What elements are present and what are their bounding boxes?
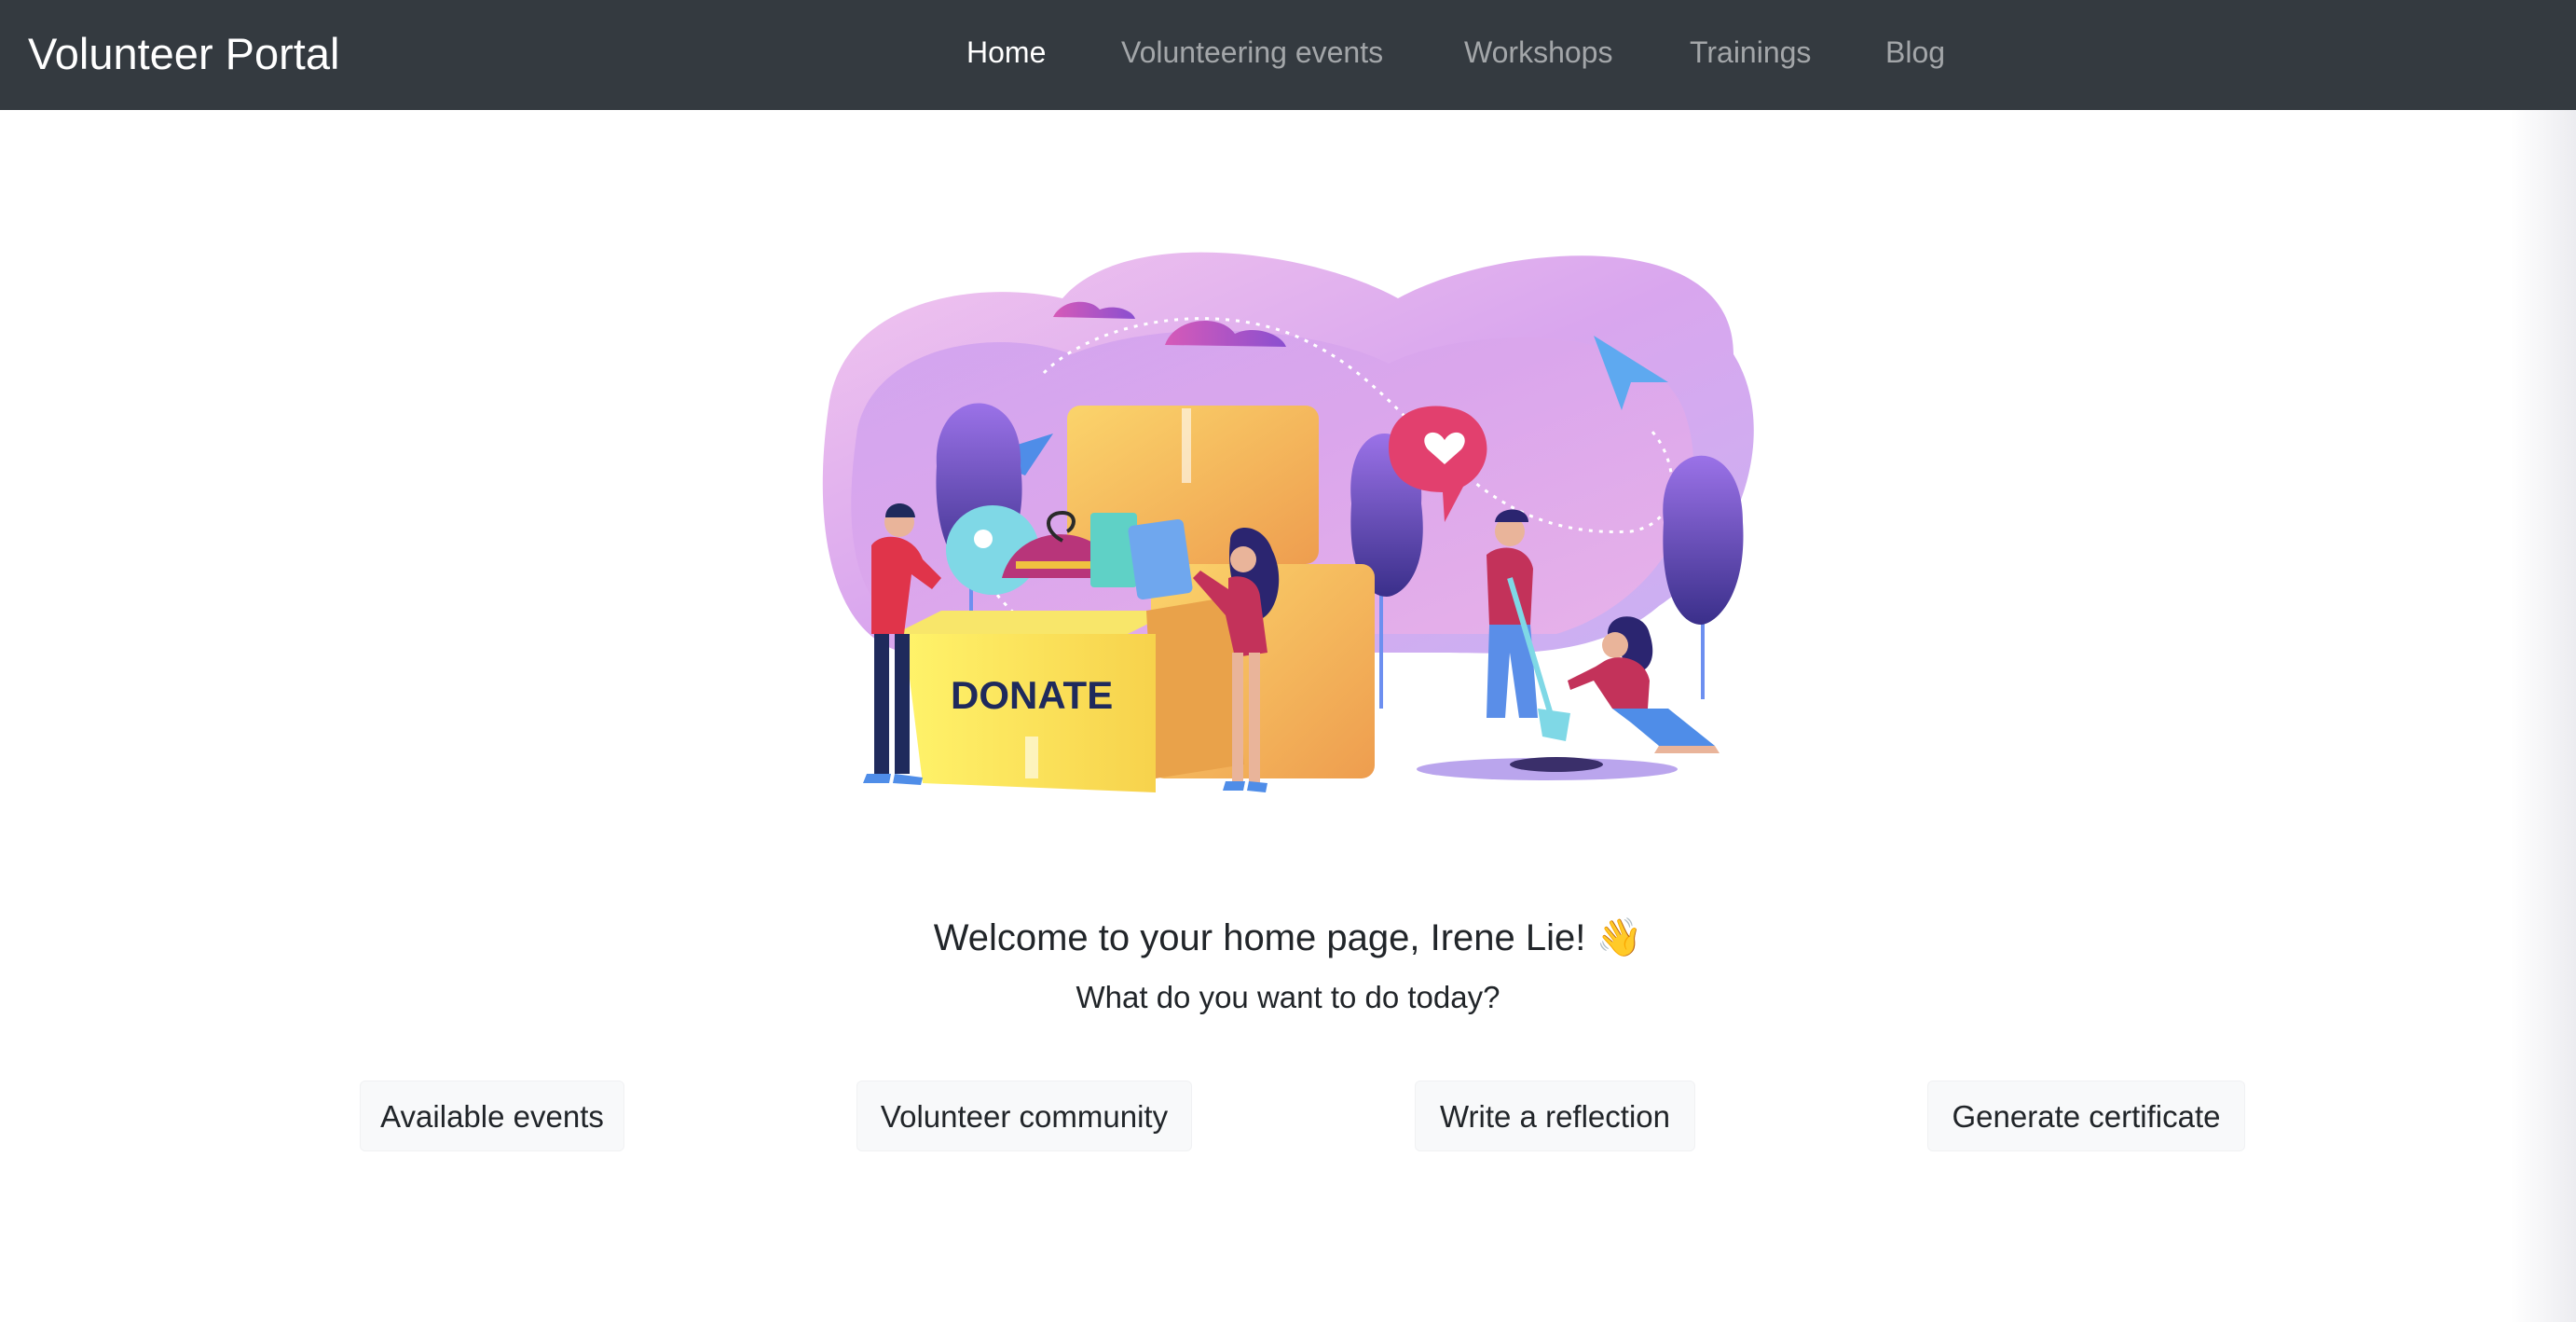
available-events-button[interactable]: Available events (360, 1081, 624, 1151)
waving-hand-icon: 👋 (1596, 917, 1643, 958)
nav-link-home[interactable]: Home (966, 32, 1046, 73)
tree-shape (1663, 455, 1744, 625)
nav-link-blog[interactable]: Blog (1885, 32, 1945, 73)
book-shape (1090, 513, 1137, 587)
generate-certificate-button[interactable]: Generate certificate (1927, 1081, 2245, 1151)
welcome-text: Welcome to your home page, Irene Lie! (933, 917, 1586, 958)
top-navbar: Volunteer Portal Home Volunteering event… (0, 0, 2576, 110)
donate-label: DONATE (951, 673, 1113, 717)
book-shape (1128, 518, 1193, 600)
donation-illustration: DONATE (822, 252, 1754, 792)
brand-title[interactable]: Volunteer Portal (28, 26, 339, 82)
nav-link-workshops[interactable]: Workshops (1464, 32, 1612, 73)
scroll-edge-shadow (2511, 110, 2576, 1322)
nav-link-trainings[interactable]: Trainings (1690, 32, 1811, 73)
write-reflection-button[interactable]: Write a reflection (1415, 1081, 1695, 1151)
donate-box-flap (895, 611, 1174, 634)
nav-link-volunteering-events[interactable]: Volunteering events (1121, 32, 1383, 73)
welcome-heading: Welcome to your home page, Irene Lie! 👋 (0, 912, 2576, 964)
volunteer-community-button[interactable]: Volunteer community (856, 1081, 1192, 1151)
welcome-subtitle: What do you want to do today? (1076, 980, 1500, 1014)
hole-shape (1510, 757, 1603, 772)
